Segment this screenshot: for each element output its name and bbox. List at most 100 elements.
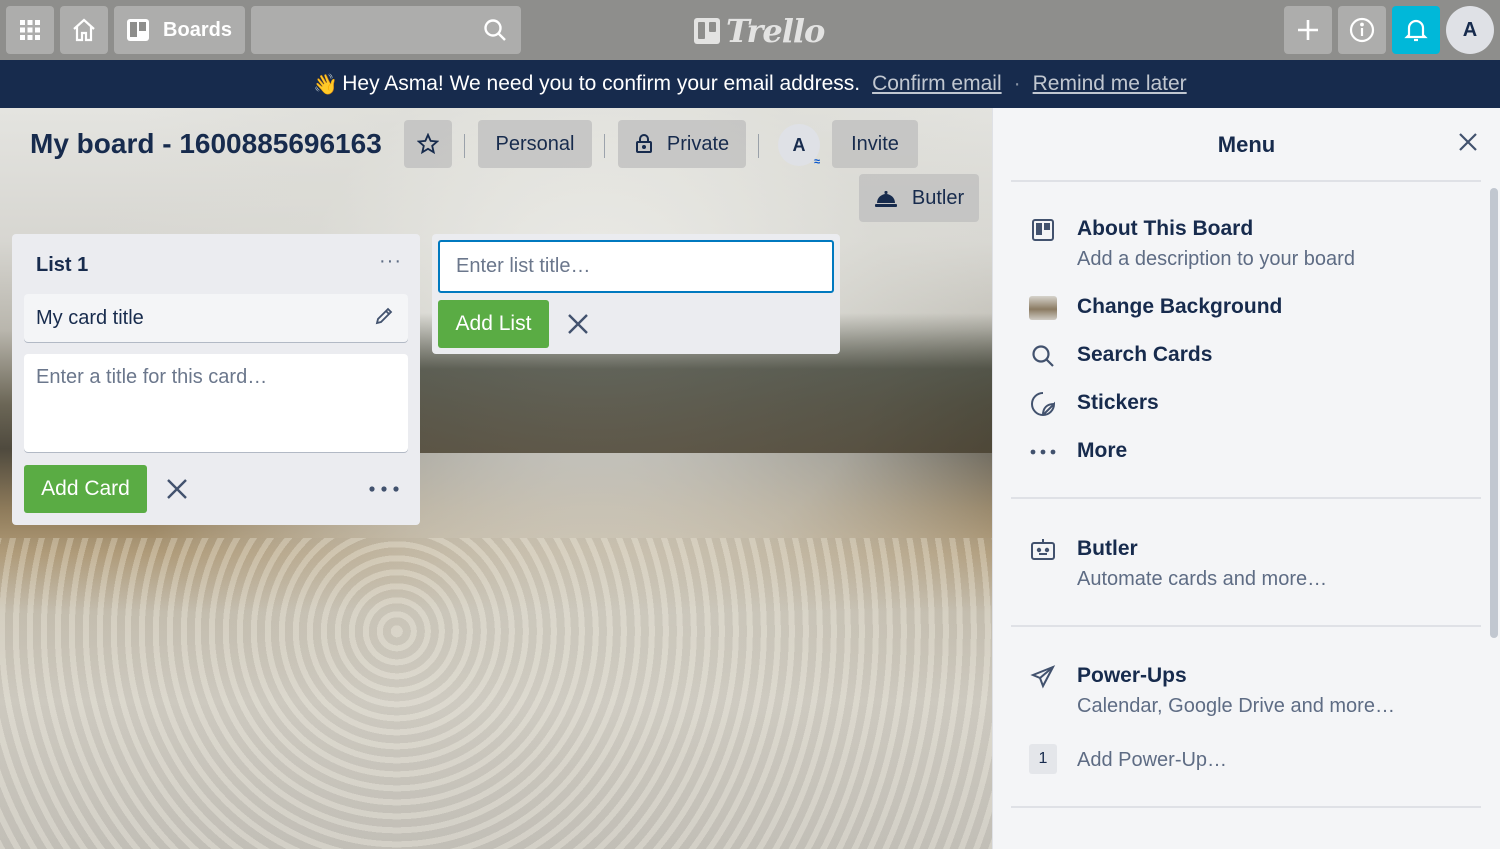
top-header: Boards Trello A <box>0 0 1500 60</box>
notifications-button[interactable] <box>1392 6 1440 54</box>
add-card-button[interactable]: Add Card <box>24 465 147 513</box>
menu-item-more[interactable]: More <box>1029 438 1127 466</box>
board-member-avatar[interactable]: A ≈ <box>778 124 820 168</box>
cancel-list-button[interactable] <box>563 309 593 339</box>
board-icon <box>127 19 150 41</box>
about-board-description: Add a description to your board <box>1077 248 1355 270</box>
invite-button[interactable]: Invite <box>832 120 918 168</box>
power-ups-description: Calendar, Google Drive and more… <box>1077 695 1395 717</box>
search-input[interactable] <box>251 6 521 54</box>
butler-menu-label: Butler <box>1077 537 1138 560</box>
board-canvas: My board - 1600885696163 Personal Privat… <box>0 108 992 849</box>
menu-item-add-power-up[interactable]: 1 Add Power-Up… <box>1029 744 1228 775</box>
admin-chevron-icon: ≈ <box>813 156 820 168</box>
home-button[interactable] <box>60 6 108 54</box>
more-icon <box>1029 438 1057 466</box>
member-initial: A <box>792 134 806 155</box>
privacy-label: Private <box>666 132 730 155</box>
header-divider <box>464 134 465 158</box>
star-icon <box>417 133 439 155</box>
card-options-button[interactable] <box>368 474 400 504</box>
background-lilies <box>0 538 992 849</box>
cancel-card-button[interactable] <box>162 474 192 504</box>
card-composer[interactable] <box>24 354 408 452</box>
menu-divider <box>1011 625 1481 627</box>
search-icon <box>484 19 506 41</box>
info-button[interactable] <box>1338 6 1386 54</box>
remind-later-link[interactable]: Remind me later <box>1033 72 1187 96</box>
boards-button[interactable]: Boards <box>114 6 245 54</box>
star-button[interactable] <box>404 120 452 168</box>
more-icon <box>369 486 399 492</box>
background-thumbnail <box>1029 296 1057 320</box>
info-icon <box>1349 17 1375 43</box>
menu-divider <box>1011 180 1481 182</box>
menu-title: Menu <box>1217 132 1276 157</box>
trello-logo-icon <box>694 18 720 44</box>
power-ups-label: Power-Ups <box>1077 664 1187 687</box>
rocket-icon <box>1029 663 1057 691</box>
menu-close-button[interactable] <box>1458 132 1478 157</box>
home-icon <box>73 18 95 42</box>
menu-item-change-background[interactable]: Change Background <box>1029 294 1282 322</box>
more-label: More <box>1077 439 1128 462</box>
butler-button[interactable]: Butler <box>859 174 979 222</box>
about-board-label: About This Board <box>1077 217 1254 240</box>
stickers-label: Stickers <box>1077 391 1159 414</box>
card[interactable]: My card title <box>24 294 408 342</box>
menu-item-power-ups[interactable]: Power-Ups Calendar, Google Drive and mor… <box>1029 663 1395 723</box>
user-avatar[interactable]: A <box>1446 6 1494 54</box>
header-divider <box>758 134 759 158</box>
waving-hand-icon: 👋 <box>313 73 339 96</box>
plus-icon <box>1298 20 1318 40</box>
close-icon <box>1459 133 1477 151</box>
menu-item-butler[interactable]: Butler Automate cards and more… <box>1029 536 1327 596</box>
team-visibility-button[interactable]: Personal <box>478 120 592 168</box>
robot-icon <box>1029 536 1057 564</box>
close-icon <box>167 479 187 499</box>
add-list-button[interactable]: Add List <box>438 300 549 348</box>
board-title[interactable]: My board - 1600885696163 <box>30 128 382 160</box>
list-title[interactable]: List 1 <box>36 254 88 277</box>
pencil-icon[interactable] <box>374 306 394 326</box>
butler-menu-description: Automate cards and more… <box>1077 568 1328 590</box>
card-title: My card title <box>36 307 144 329</box>
add-power-up-label: Add Power-Up… <box>1077 749 1228 771</box>
sticker-icon <box>1029 390 1057 418</box>
menu-item-search-cards[interactable]: Search Cards <box>1029 342 1212 370</box>
butler-label: Butler <box>911 186 965 209</box>
list-menu-icon[interactable]: ··· <box>379 250 402 273</box>
menu-item-stickers[interactable]: Stickers <box>1029 390 1159 418</box>
email-confirm-banner: 👋 Hey Asma! We need you to confirm your … <box>0 60 1500 108</box>
menu-item-about-board[interactable]: About This Board Add a description to yo… <box>1029 216 1355 276</box>
close-icon <box>568 314 588 334</box>
banner-separator: · <box>1013 72 1021 95</box>
change-background-label: Change Background <box>1077 295 1283 318</box>
create-button[interactable] <box>1284 6 1332 54</box>
menu-divider <box>1011 806 1481 808</box>
list: List 1 ··· My card title Add Card <box>12 234 420 525</box>
list-title-input[interactable] <box>438 240 834 293</box>
board-menu-panel: Menu About This Board Add a description … <box>992 108 1500 849</box>
card-title-input[interactable] <box>24 354 408 452</box>
banner-message: Hey Asma! We need you to confirm your em… <box>342 72 861 95</box>
header-divider <box>604 134 605 158</box>
menu-divider <box>1011 497 1481 499</box>
bell-icon <box>1404 19 1428 42</box>
logo-text: Trello <box>726 12 825 50</box>
privacy-button[interactable]: Private <box>618 120 746 168</box>
board-header: My board - 1600885696163 Personal Privat… <box>0 108 992 228</box>
grid-icon <box>20 20 40 40</box>
lock-icon <box>635 134 652 153</box>
menu-scrollbar[interactable] <box>1490 188 1498 638</box>
power-up-count-badge: 1 <box>1029 744 1057 774</box>
search-icon <box>1029 342 1057 370</box>
board-icon <box>1029 216 1057 244</box>
trello-logo[interactable]: Trello <box>694 12 825 50</box>
app-switcher-button[interactable] <box>6 6 54 54</box>
add-list-composer: Add List <box>432 234 840 354</box>
butler-bell-icon <box>874 191 897 207</box>
boards-label: Boards <box>163 18 232 41</box>
search-cards-label: Search Cards <box>1077 343 1213 366</box>
confirm-email-link[interactable]: Confirm email <box>872 72 1002 96</box>
